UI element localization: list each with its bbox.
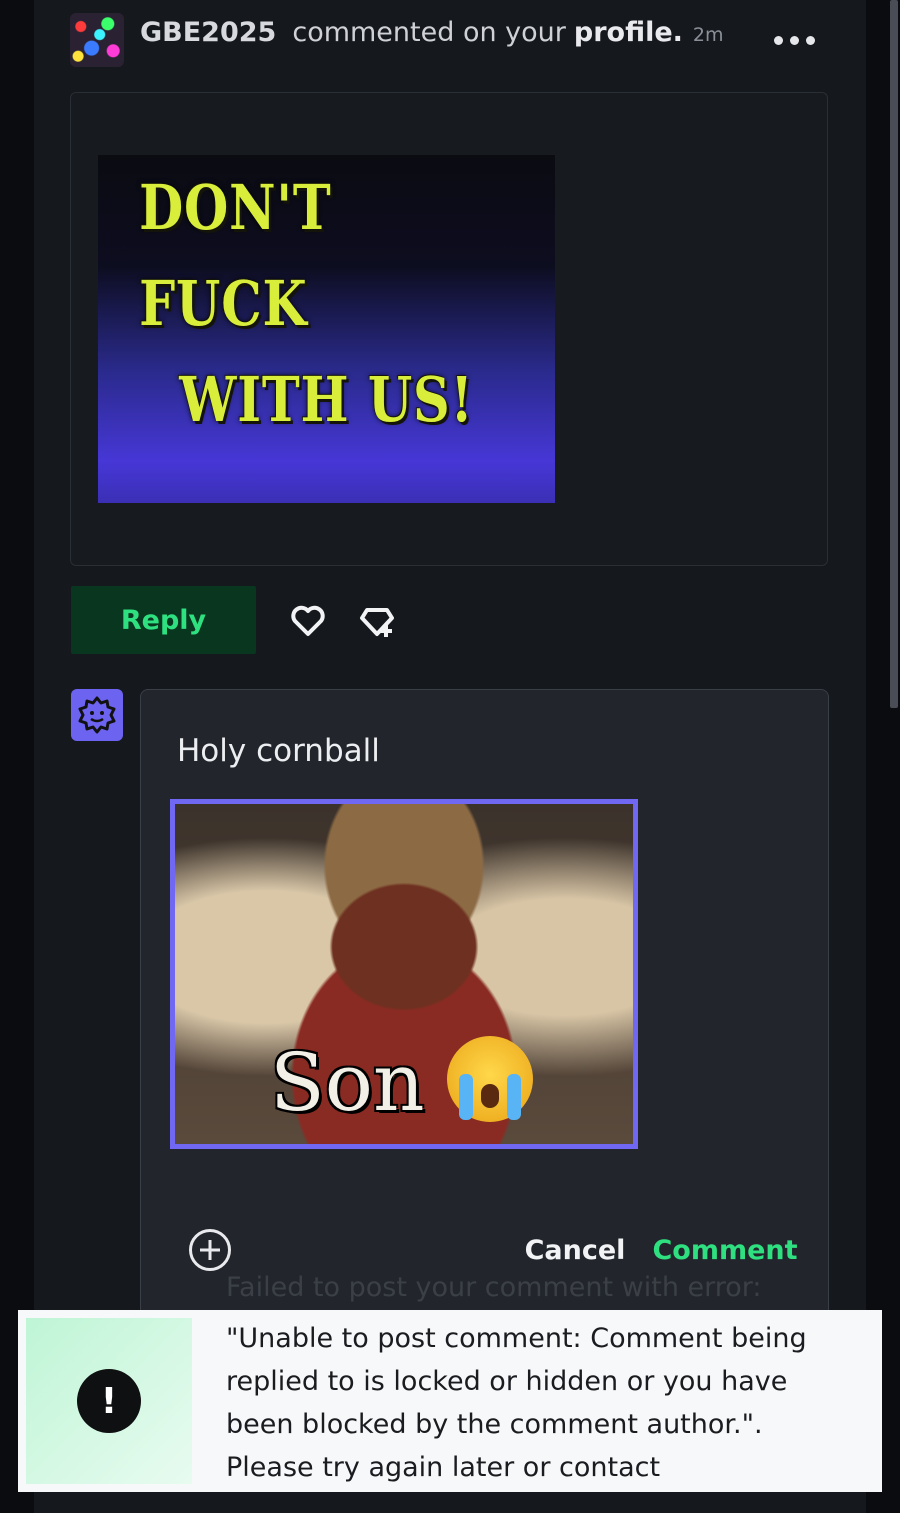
- error-toast[interactable]: ! "Unable to post comment: Comment being…: [18, 1310, 882, 1492]
- toast-icon-area: !: [26, 1318, 192, 1484]
- timestamp: 2m: [692, 24, 724, 46]
- submit-comment-button[interactable]: Comment: [652, 1226, 798, 1274]
- user-avatar[interactable]: [70, 13, 124, 67]
- badge-icon: [78, 696, 116, 734]
- gif-caption-line: DON'T FUCK: [139, 171, 332, 340]
- attached-gif-caption: Son: [270, 1036, 425, 1129]
- alert-icon: !: [77, 1369, 141, 1433]
- notification-action-text: commented on your: [292, 17, 566, 48]
- toast-overflow-text: Failed to post your comment with error:: [226, 1272, 762, 1303]
- toast-message: "Unable to post comment: Comment being r…: [226, 1323, 807, 1483]
- award-add-icon[interactable]: [357, 601, 397, 641]
- add-attachment-icon[interactable]: [189, 1229, 231, 1271]
- gif-caption-line: WITH US!: [179, 363, 474, 436]
- comment-gif[interactable]: DON'T FUCK WITH US!: [98, 155, 555, 503]
- reply-button[interactable]: Reply: [71, 586, 256, 654]
- cancel-button[interactable]: Cancel: [520, 1226, 630, 1274]
- scrollbar[interactable]: [890, 0, 898, 708]
- crying-face-icon: [447, 1036, 533, 1122]
- more-options-icon[interactable]: [774, 33, 818, 47]
- heart-icon[interactable]: [288, 601, 328, 641]
- reply-draft-text[interactable]: Holy cornball: [177, 733, 380, 769]
- profile-link[interactable]: profile.: [574, 17, 683, 48]
- self-avatar[interactable]: [71, 689, 123, 741]
- attached-gif[interactable]: Son: [170, 799, 638, 1149]
- username-link[interactable]: GBE2025: [140, 17, 276, 48]
- notification-header: GBE2025 commented on your profile. 2m: [140, 17, 724, 57]
